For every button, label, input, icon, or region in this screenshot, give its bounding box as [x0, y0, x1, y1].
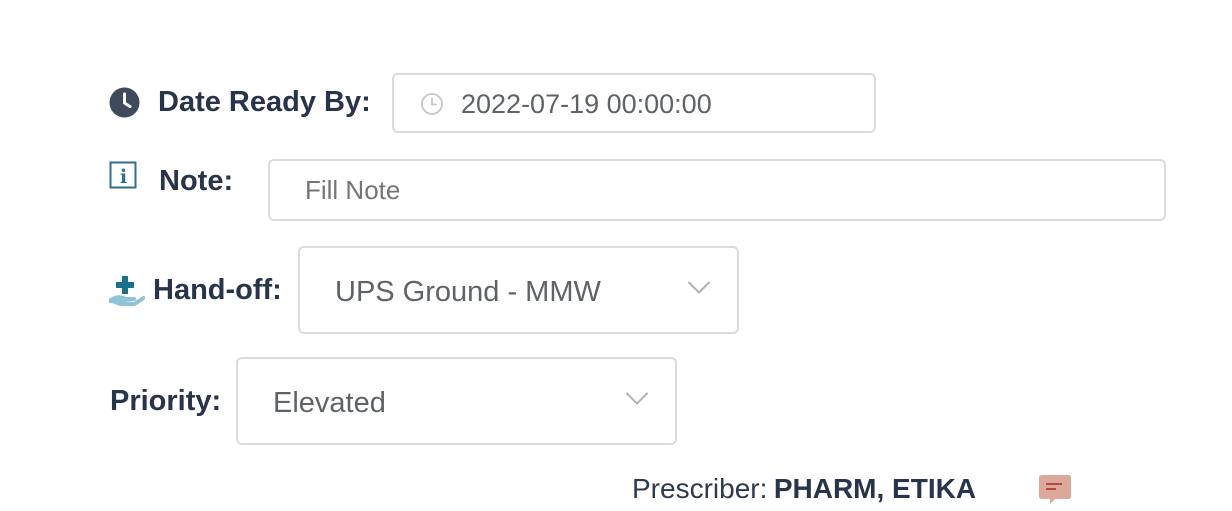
chevron-down-icon — [687, 281, 711, 300]
date-ready-field[interactable]: 2022-07-19 00:00:00 — [392, 73, 876, 133]
note-input[interactable] — [303, 173, 1147, 207]
prescriber: Prescriber: PHARM, ETIKA — [632, 473, 976, 505]
prescriber-name: PHARM, ETIKA — [773, 473, 977, 504]
hand-plus-icon — [108, 274, 146, 308]
priority-selected-value: Elevated — [273, 387, 386, 419]
priority-select[interactable]: Elevated — [236, 357, 677, 445]
prescriber-label: Prescriber: — [632, 473, 768, 504]
clock-icon — [109, 87, 140, 118]
svg-text:i: i — [120, 166, 127, 188]
chevron-down-icon — [625, 392, 649, 411]
handoff-select[interactable]: UPS Ground - MMW — [298, 246, 739, 334]
note-field[interactable] — [268, 159, 1166, 221]
note-label: Note: — [159, 165, 234, 197]
handoff-label: Hand-off: — [153, 274, 282, 306]
clock-outline-icon — [420, 92, 444, 116]
handoff-selected-value: UPS Ground - MMW — [335, 276, 601, 308]
date-ready-value: 2022-07-19 00:00:00 — [461, 89, 712, 119]
priority-label: Priority: — [110, 385, 222, 417]
date-ready-label: Date Ready By: — [158, 86, 371, 118]
comment-icon[interactable] — [1038, 474, 1072, 506]
info-icon: i — [109, 161, 138, 190]
